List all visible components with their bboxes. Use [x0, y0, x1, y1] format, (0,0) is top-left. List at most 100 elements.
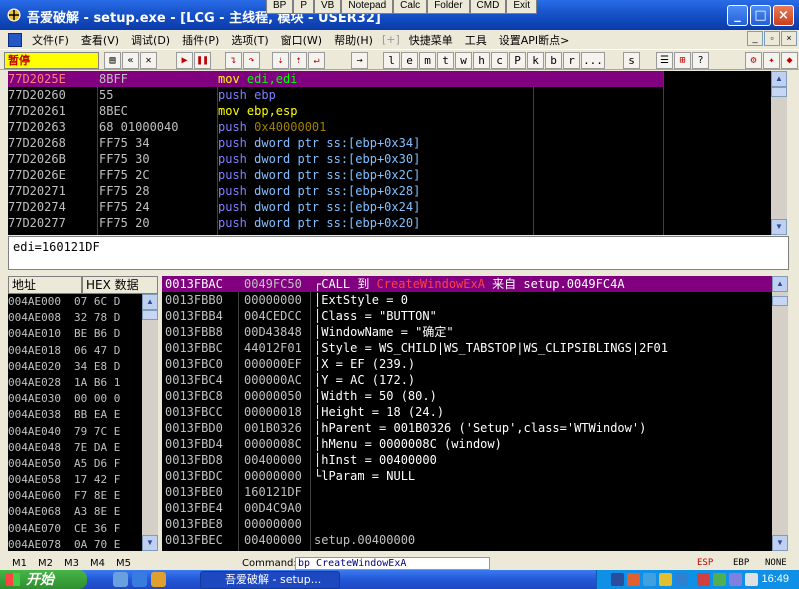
stack-row[interactable]: 0013FBBC 44012F01 │Style = WS_CHILD|WS_TAB… [162, 340, 772, 356]
stack-row[interactable]: 0013FBEC 00400000 setup.00400000 [162, 532, 772, 548]
stack-panel[interactable]: 0013FBAC 0049FC50 ┌CALL 到 CreateWindowExA … [162, 276, 772, 551]
options-icon[interactable]: ⊞ [674, 52, 691, 69]
reg-ebp-button[interactable]: EBP [733, 558, 749, 568]
dump-row[interactable]: 004AE060 F7 8E E [8, 488, 142, 504]
bookmark-tab-m3[interactable]: M3 [64, 558, 79, 569]
dump-header-address[interactable]: 地址 [8, 276, 82, 294]
bookmark-tab-m1[interactable]: M1 [12, 558, 27, 569]
disasm-row[interactable]: 77D20260 55 push ebp [8, 87, 771, 103]
dump-row[interactable]: 004AE050 A5 D6 F [8, 456, 142, 472]
stack-row[interactable]: 0013FBAC 0049FC50 ┌CALL 到 CreateWindowExA … [162, 276, 772, 292]
reg-esp-button[interactable]: ESP [697, 558, 713, 568]
help-icon[interactable]: ? [692, 52, 709, 69]
plugin3-icon[interactable]: ◆ [781, 52, 798, 69]
toolbar-windows-button[interactable]: w [455, 52, 472, 69]
toolbar-modules-button[interactable]: e [401, 52, 418, 69]
plugin2-icon[interactable]: ✦ [763, 52, 780, 69]
toolbar-cpu-button[interactable]: c [491, 52, 508, 69]
ie-icon[interactable] [132, 572, 147, 587]
dump-row[interactable]: 004AE010 BE B6 D [8, 326, 142, 342]
dump-row[interactable]: 004AE000 07 6C D [8, 294, 142, 310]
start-button[interactable]: 开始 [0, 570, 87, 589]
go-to-icon[interactable]: → [351, 52, 368, 69]
plugin-button-exit[interactable]: Exit [506, 0, 537, 14]
close-program-icon[interactable]: ✕ [140, 52, 157, 69]
minimize-button[interactable]: _ [727, 5, 748, 26]
stack-row[interactable]: 0013FBE0 160121DF [162, 484, 772, 500]
scroll-up-icon[interactable]: ▲ [771, 71, 787, 87]
plugin-button-vb[interactable]: VB [314, 0, 342, 14]
menu-file[interactable]: 文件(F) [26, 32, 75, 48]
bookmark-tab-m4[interactable]: M4 [90, 558, 105, 569]
toolbar-handles-button[interactable]: h [473, 52, 490, 69]
dump-row[interactable]: 004AE040 79 7C E [8, 424, 142, 440]
toolbar-source-button[interactable]: s [623, 52, 640, 69]
dump-row[interactable]: 004AE058 17 42 F [8, 472, 142, 488]
security-shield-icon[interactable] [697, 573, 710, 586]
dump-row[interactable]: 004AE020 34 E8 D [8, 359, 142, 375]
tray-icon[interactable] [643, 573, 656, 586]
tray-icon[interactable] [713, 573, 726, 586]
menu-help[interactable]: 帮助(H) [328, 32, 379, 48]
dump-row[interactable]: 004AE018 06 47 D [8, 343, 142, 359]
stack-row[interactable]: 0013FBE4 00D4C9A0 [162, 500, 772, 516]
dump-row[interactable]: 004AE068 A3 8E E [8, 504, 142, 520]
restart-icon[interactable]: « [122, 52, 139, 69]
stack-row[interactable]: 0013FBB0 00000000 │ExtStyle = 0 [162, 292, 772, 308]
cpu-window-icon[interactable] [8, 32, 22, 47]
menu-window[interactable]: 窗口(W) [275, 32, 328, 48]
stack-row[interactable]: 0013FBE8 00000000 [162, 516, 772, 532]
disasm-row[interactable]: 77D20274 FF75 24 push dword ptr ss:[ebp+0x… [8, 199, 771, 215]
taskbar-app-button[interactable]: 吾爱破解 - setup... [200, 571, 340, 589]
scroll-up-icon[interactable]: ▲ [772, 276, 788, 292]
dump-header-hex[interactable]: HEX 数据 [82, 276, 158, 294]
stack-row[interactable]: 0013FBC8 00000050 │Width = 50 (80.) [162, 388, 772, 404]
dump-panel[interactable]: 004AE000 07 6C D 004AE008 32 78 D 004AE010 BE… [8, 294, 142, 551]
mdi-minimize-button[interactable]: _ [747, 31, 763, 46]
dump-row[interactable]: 004AE038 BB EA E [8, 407, 142, 423]
plugin-button-p[interactable]: P [293, 0, 315, 14]
scroll-thumb[interactable] [772, 296, 788, 306]
tray-icon[interactable] [611, 573, 624, 586]
mdi-restore-button[interactable]: ▫ [764, 31, 780, 46]
toolbar-log-button[interactable]: l [383, 52, 400, 69]
scroll-thumb[interactable] [142, 310, 158, 320]
plugin-button-bp[interactable]: BP [266, 0, 294, 14]
tray-icon[interactable] [659, 573, 672, 586]
plugin-button-notepad[interactable]: Notepad [341, 0, 394, 14]
dump-row[interactable]: 004AE048 7E DA E [8, 440, 142, 456]
reg-none-button[interactable]: NONE [765, 558, 787, 568]
disasm-row[interactable]: 77D20277 FF75 20 push dword ptr ss:[ebp+0x… [8, 215, 771, 231]
execute-till-return-icon[interactable]: ↵ [308, 52, 325, 69]
media-icon[interactable] [151, 572, 166, 587]
step-into-icon[interactable]: ↴ [225, 52, 242, 69]
pause-icon[interactable]: ❚❚ [194, 52, 211, 69]
menu-options[interactable]: 选项(T) [225, 32, 274, 48]
menu-set-api-breakpoint[interactable]: 设置API断点> [493, 32, 576, 48]
menu-plugins[interactable]: 插件(P) [176, 32, 225, 48]
menu-tools[interactable]: 工具 [459, 32, 493, 48]
toolbar-references-button[interactable]: r [563, 52, 580, 69]
scroll-down-icon[interactable]: ▼ [771, 219, 787, 235]
disasm-row[interactable]: 77D20263 68 01000040 push 0x40000001 [8, 119, 771, 135]
stack-row[interactable]: 0013FBC4 000000AC │Y = AC (172.) [162, 372, 772, 388]
bookmark-tab-m2[interactable]: M2 [38, 558, 53, 569]
plugin-button-folder[interactable]: Folder [427, 0, 470, 14]
toolbar-threads-button[interactable]: t [437, 52, 454, 69]
menu-view[interactable]: 查看(V) [75, 32, 125, 48]
list-icon[interactable]: ☰ [656, 52, 673, 69]
stack-row[interactable]: 0013FBB4 004CEDCC │Class = "BUTTON" [162, 308, 772, 324]
menu-plus[interactable]: [+] [379, 33, 403, 46]
disassembly-scrollbar[interactable]: ▲ ▼ [771, 71, 787, 235]
menu-shortcuts[interactable]: 快捷菜单 [403, 32, 459, 48]
open-icon[interactable]: ▤ [104, 52, 121, 69]
disassembly-panel[interactable]: 77D2025E 8BFF mov edi,edi 77D20260 55 push eb… [8, 71, 771, 235]
stack-row[interactable]: 0013FBC0 000000EF │X = EF (239.) [162, 356, 772, 372]
bookmark-tab-m5[interactable]: M5 [116, 558, 131, 569]
maximize-button[interactable]: □ [750, 5, 771, 26]
dump-row[interactable]: 004AE008 32 78 D [8, 310, 142, 326]
stack-row[interactable]: 0013FBD8 00400000 │hInst = 00400000 [162, 452, 772, 468]
plugin-button-cmd[interactable]: CMD [469, 0, 507, 14]
toolbar-memory-button[interactable]: m [419, 52, 436, 69]
scroll-thumb[interactable] [771, 87, 787, 97]
